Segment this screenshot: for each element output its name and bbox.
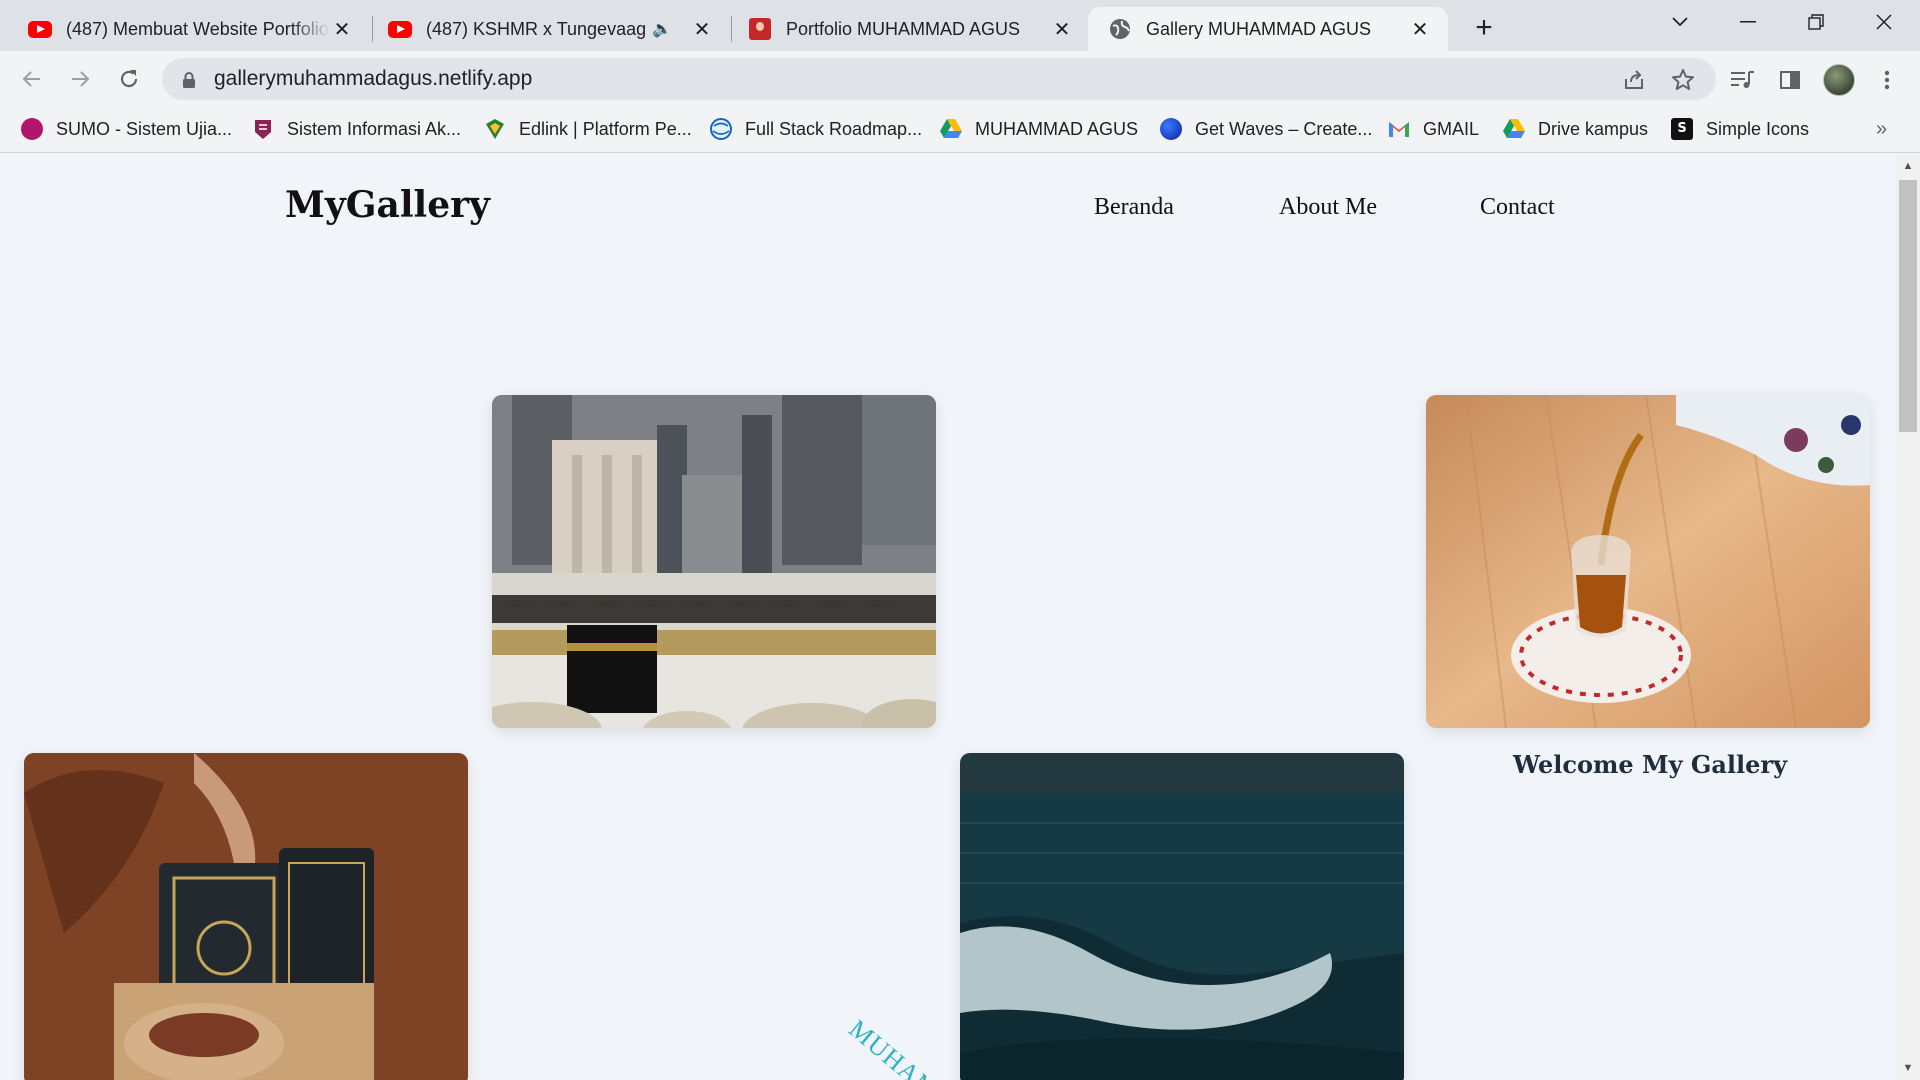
bookmark-simple-icons[interactable]: S Simple Icons — [1670, 114, 1809, 144]
media-control-icon[interactable] — [1725, 63, 1759, 97]
globe-icon — [1108, 17, 1132, 41]
side-panel-icon[interactable] — [1773, 63, 1807, 97]
bookmark-star-icon[interactable] — [1669, 66, 1697, 94]
drive-icon — [939, 117, 963, 141]
scroll-down-arrow[interactable]: ▼ — [1896, 1058, 1920, 1078]
roadmap-icon — [709, 117, 733, 141]
drive-icon — [1502, 117, 1526, 141]
bookmark-muhammad-agus[interactable]: MUHAMMAD AGUS — [939, 114, 1138, 144]
bookmark-label: Sistem Informasi Ak... — [287, 118, 462, 139]
bookmark-label: Full Stack Roadmap... — [745, 118, 923, 139]
forward-button[interactable] — [60, 59, 100, 99]
bookmark-label: Simple Icons — [1706, 118, 1810, 139]
site-logo[interactable]: MyGallery — [285, 184, 490, 226]
nav-link-about-me[interactable]: About Me — [1279, 194, 1377, 221]
nav-link-contact[interactable]: Contact — [1480, 194, 1555, 221]
tab-title: Portfolio MUHAMMAD AGUS — [786, 18, 1021, 39]
back-button[interactable] — [12, 59, 52, 99]
lock-icon — [182, 72, 195, 88]
simpleicons-icon: S — [1670, 117, 1694, 141]
bookmark-edlink[interactable]: Edlink | Platform Pe... — [483, 114, 692, 144]
minimize-button[interactable] — [1714, 0, 1782, 44]
gmail-icon — [1387, 117, 1411, 141]
scroll-up-arrow[interactable]: ▲ — [1896, 156, 1920, 176]
tab-title: (487) Membuat Website Portfolio — [66, 18, 329, 39]
profile-avatar[interactable] — [1823, 64, 1855, 96]
bookmark-sumo[interactable]: SUMO - Sistem Ujia... — [20, 114, 232, 144]
restore-button[interactable] — [1782, 0, 1850, 44]
close-window-button[interactable] — [1850, 0, 1918, 44]
url-text: gallerymuhammadagus.netlify.app — [214, 67, 533, 90]
bookmark-gmail[interactable]: GMAIL — [1387, 114, 1479, 144]
tab-gallery-active[interactable]: Gallery MUHAMMAD AGUS ✕ — [1088, 7, 1448, 51]
tab-title: (487) KSHMR x Tungevaag - — [426, 18, 650, 39]
sumo-icon — [20, 117, 44, 141]
bookmark-label: SUMO - Sistem Ujia... — [56, 118, 233, 139]
ocean-photo[interactable] — [960, 753, 1404, 1080]
waves-icon — [1159, 117, 1183, 141]
nav-link-beranda[interactable]: Beranda — [1094, 194, 1174, 221]
address-bar[interactable]: gallerymuhammadagus.netlify.app — [162, 58, 1716, 100]
tab-youtube-2[interactable]: (487) KSHMR x Tungevaag - 🔈 ✕ — [360, 7, 730, 51]
campus-icon — [251, 117, 275, 141]
bookmark-drive-kampus[interactable]: Drive kampus — [1502, 114, 1648, 144]
more-bookmarks-button[interactable]: » — [1876, 114, 1887, 144]
new-tab-button[interactable]: + — [1466, 10, 1502, 46]
close-icon[interactable]: ✕ — [690, 17, 714, 41]
typing-animated-text: MUHAM — [843, 1014, 945, 1080]
tab-portfolio[interactable]: Portfolio MUHAMMAD AGUS ✕ — [720, 7, 1090, 51]
bookmark-get-waves[interactable]: Get Waves – Create... — [1159, 114, 1372, 144]
close-icon[interactable]: ✕ — [1408, 17, 1432, 41]
bookmark-label: Edlink | Platform Pe... — [519, 118, 692, 139]
speaker-icon[interactable]: 🔈 — [650, 17, 674, 41]
tab-title: Gallery MUHAMMAD AGUS — [1146, 18, 1372, 39]
menu-kebab-icon[interactable] — [1870, 63, 1904, 97]
tab-youtube-1[interactable]: (487) Membuat Website Portfolio ✕ — [0, 7, 370, 51]
kaaba-photo[interactable] — [492, 395, 936, 728]
quran-photo[interactable] — [24, 753, 468, 1080]
tea-photo[interactable] — [1426, 395, 1870, 728]
reload-button[interactable] — [109, 59, 149, 99]
bookmark-label: GMAIL — [1423, 118, 1480, 139]
bookmark-label: Get Waves – Create... — [1195, 118, 1373, 139]
scrollbar-thumb[interactable] — [1899, 180, 1917, 432]
youtube-icon — [388, 17, 412, 41]
webpage-viewport: MyGallery Beranda About Me Contact Welco… — [0, 154, 1896, 1080]
portfolio-favicon — [748, 17, 772, 41]
close-icon[interactable]: ✕ — [330, 17, 354, 41]
edlink-icon — [483, 117, 507, 141]
bookmark-label: MUHAMMAD AGUS — [975, 118, 1139, 139]
share-icon[interactable] — [1620, 66, 1648, 94]
youtube-icon — [28, 17, 52, 41]
close-icon[interactable]: ✕ — [1050, 17, 1074, 41]
bookmark-label: Drive kampus — [1538, 118, 1649, 139]
bookmark-roadmap[interactable]: Full Stack Roadmap... — [709, 114, 922, 144]
welcome-heading: Welcome My Gallery — [1512, 750, 1788, 779]
bookmark-siakad[interactable]: Sistem Informasi Ak... — [251, 114, 461, 144]
tab-search-icon[interactable] — [1646, 0, 1714, 44]
